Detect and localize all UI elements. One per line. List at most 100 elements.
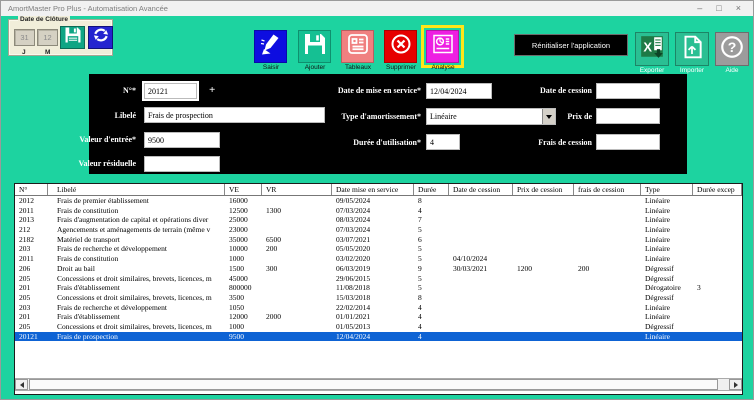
frais-cession-label: Frais de cession <box>502 138 592 147</box>
ajouter-label: Ajouter <box>292 64 338 71</box>
table-cell <box>262 303 332 313</box>
floppy-icon <box>64 26 82 49</box>
valeur-residuelle-field[interactable] <box>144 156 220 172</box>
table-cell <box>449 274 513 284</box>
table-cell: 09/05/2024 <box>332 196 414 206</box>
save-cloture-button[interactable] <box>60 26 85 49</box>
table-cell <box>693 225 742 235</box>
table-cell <box>513 244 574 254</box>
aide-button[interactable]: ? <box>715 32 749 66</box>
table-cell <box>693 196 742 206</box>
table-row[interactable]: 2013Frais d'augmentation de capital et o… <box>15 215 742 225</box>
frais-cession-field[interactable] <box>596 134 660 150</box>
table-row[interactable]: 201Frais d'établissement12000200001/01/2… <box>15 312 742 322</box>
app-window: AmortMaster Pro Plus - Automatisation Av… <box>0 0 754 400</box>
column-header[interactable]: Date de cession <box>449 184 513 195</box>
supprimer-button[interactable] <box>384 30 417 63</box>
table-cell <box>574 332 641 342</box>
table-cell <box>693 293 742 303</box>
table-cell: 206 <box>15 264 48 274</box>
analyse-button[interactable] <box>426 30 459 63</box>
table-cell <box>574 322 641 332</box>
table-cell: Dégressif <box>641 274 693 284</box>
table-row[interactable]: 203Frais de recherche et développement10… <box>15 303 742 313</box>
table-cell <box>693 254 742 264</box>
table-row[interactable]: 205Concessions et droit similaires, brev… <box>15 274 742 284</box>
tableaux-button[interactable] <box>341 30 374 63</box>
assets-table: N°LibeléVEVRDate mise en serviceDuréeDat… <box>14 183 743 395</box>
table-cell <box>693 244 742 254</box>
scroll-right-arrow[interactable] <box>729 379 742 390</box>
column-header[interactable]: Prix de cession <box>513 184 574 195</box>
column-header[interactable]: N° <box>15 184 48 195</box>
table-row[interactable]: 2011Frais de constitution12500130007/03/… <box>15 206 742 216</box>
table-row[interactable]: 205Concessions et droit similaires, brev… <box>15 322 742 332</box>
reset-application-button[interactable]: Rénitialiser l'application <box>514 34 628 56</box>
table-cell <box>693 206 742 216</box>
column-header[interactable]: VE <box>225 184 262 195</box>
table-form-icon <box>346 32 370 61</box>
table-cell: 205 <box>15 322 48 332</box>
numero-label: N°* <box>56 86 136 95</box>
close-button[interactable]: × <box>736 4 741 13</box>
add-numero-button[interactable]: + <box>209 84 215 96</box>
table-cell <box>513 303 574 313</box>
table-row[interactable]: 20121Frais de prospection950012/04/20244… <box>15 332 742 342</box>
table-cell: 08/03/2024 <box>332 215 414 225</box>
table-row[interactable]: 2012Frais de premier établissement160000… <box>15 196 742 206</box>
column-header[interactable]: Libelé <box>48 184 225 195</box>
table-body: 2012Frais de premier établissement160000… <box>15 196 742 341</box>
table-cell <box>574 293 641 303</box>
minimize-button[interactable]: – <box>697 4 702 13</box>
table-row[interactable]: 212Agencements et aménagements de terrai… <box>15 225 742 235</box>
duree-utilisation-field[interactable] <box>426 134 460 150</box>
table-cell <box>574 312 641 322</box>
table-cell: 1050 <box>225 303 262 313</box>
table-cell <box>262 274 332 284</box>
supprimer-label: Supprimer <box>378 64 424 71</box>
table-row[interactable]: 206Droit au bail150030006/03/2019930/03/… <box>15 264 742 274</box>
exporter-button[interactable]: X <box>635 32 669 66</box>
maximize-button[interactable]: □ <box>716 4 721 13</box>
horizontal-scrollbar[interactable] <box>15 378 742 391</box>
prix-cession-field[interactable] <box>596 108 660 124</box>
table-row[interactable]: 2011Frais de constitution100003/02/20205… <box>15 254 742 264</box>
table-row[interactable]: 2182Matériel de transport35000650003/07/… <box>15 235 742 245</box>
scroll-left-arrow[interactable] <box>15 379 28 390</box>
table-cell: 2011 <box>15 254 48 264</box>
table-cell: Frais d'augmentation de capital et opéra… <box>48 215 225 225</box>
column-header[interactable]: Durée <box>414 184 449 195</box>
column-header[interactable]: Date mise en service <box>332 184 414 195</box>
saisir-button[interactable] <box>254 30 287 63</box>
table-cell: 800000 <box>225 283 262 293</box>
column-header[interactable]: Type <box>641 184 693 195</box>
libele-field[interactable] <box>144 107 325 123</box>
refresh-button[interactable] <box>88 26 113 49</box>
table-row[interactable]: 205Concessions et droit similaires, brev… <box>15 293 742 303</box>
table-row[interactable]: 203Frais de recherche et développement10… <box>15 244 742 254</box>
scrollbar-thumb[interactable] <box>29 379 718 390</box>
importer-button[interactable] <box>675 32 709 66</box>
numero-field[interactable] <box>144 83 197 99</box>
valeur-entree-field[interactable] <box>144 132 220 148</box>
ajouter-button[interactable] <box>298 30 331 63</box>
table-cell: 203 <box>15 303 48 313</box>
table-cell <box>449 235 513 245</box>
table-cell: Frais de recherche et développement <box>48 244 225 254</box>
date-cession-field[interactable] <box>596 83 660 99</box>
table-cell <box>513 235 574 245</box>
table-cell <box>449 283 513 293</box>
table-cell: Droit au bail <box>48 264 225 274</box>
table-cell: 2000 <box>262 312 332 322</box>
libele-label: Libelé <box>56 111 136 120</box>
table-cell <box>449 196 513 206</box>
table-row[interactable]: 201Frais d'établissement80000011/08/2018… <box>15 283 742 293</box>
month-label: M <box>45 49 50 56</box>
table-cell <box>449 225 513 235</box>
column-header[interactable]: Durée excep <box>693 184 742 195</box>
date-mise-service-field[interactable] <box>426 83 492 99</box>
table-cell <box>693 235 742 245</box>
table-cell: 205 <box>15 274 48 284</box>
column-header[interactable]: VR <box>262 184 332 195</box>
column-header[interactable]: frais de cession <box>574 184 641 195</box>
